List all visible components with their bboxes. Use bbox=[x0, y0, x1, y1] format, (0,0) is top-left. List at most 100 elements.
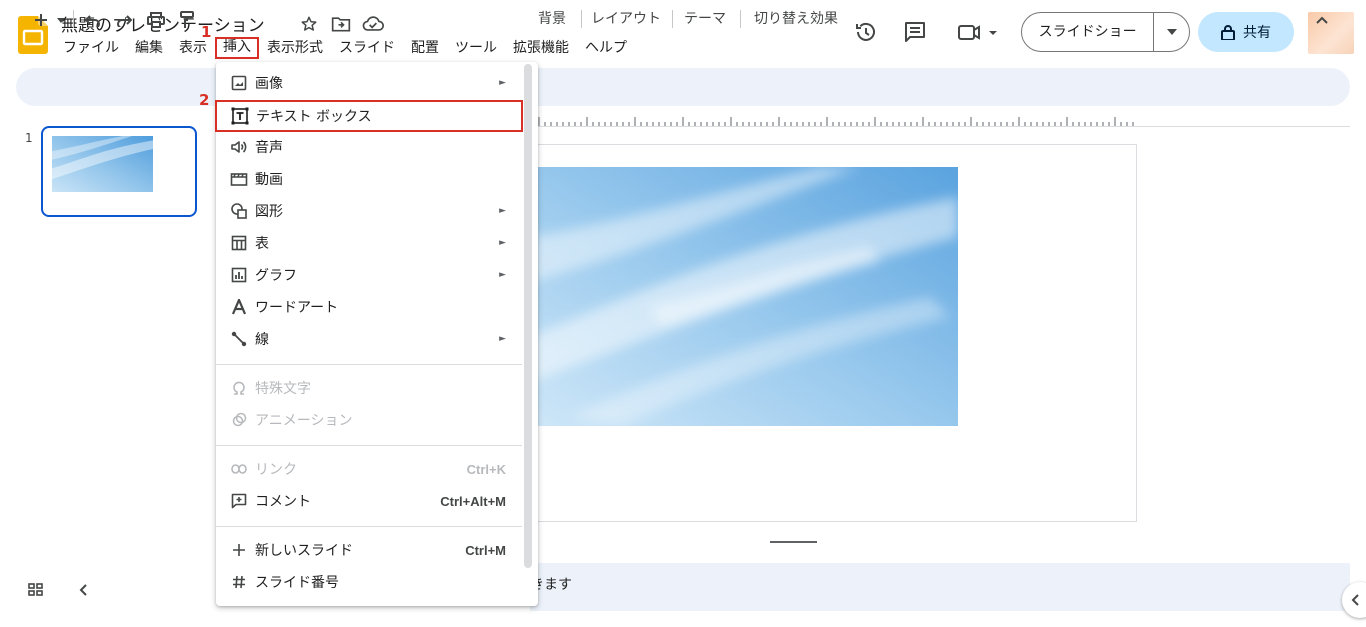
share-button[interactable]: 共有 bbox=[1198, 12, 1294, 52]
menu-scrollbar[interactable] bbox=[524, 64, 532, 568]
table-icon bbox=[228, 235, 250, 251]
notes-resize-handle[interactable] bbox=[770, 541, 817, 543]
cloud-saved-icon[interactable] bbox=[362, 13, 384, 35]
chart-icon bbox=[228, 267, 250, 283]
menu-item-shapes[interactable]: 図形 ► bbox=[216, 195, 524, 227]
plus-icon bbox=[228, 544, 250, 556]
comments-icon[interactable] bbox=[901, 18, 929, 46]
menu-item-image[interactable]: 画像 ► bbox=[216, 67, 524, 99]
video-icon bbox=[228, 171, 250, 187]
menu-insert[interactable]: 挿入 bbox=[215, 37, 259, 59]
line-icon bbox=[228, 331, 250, 347]
shortcut-text: Ctrl+M bbox=[465, 542, 506, 558]
menu-item-label: グラフ bbox=[255, 268, 297, 284]
menu-item-label: テキスト ボックス bbox=[256, 109, 372, 125]
layout-button[interactable]: レイアウト bbox=[591, 9, 661, 29]
thumbnail-sky-image bbox=[52, 136, 153, 192]
menu-item-word-art[interactable]: ワードアート bbox=[216, 291, 524, 323]
menu-file[interactable]: ファイル bbox=[55, 39, 127, 59]
collapse-filmstrip-icon[interactable] bbox=[74, 580, 94, 600]
toolbar-divider bbox=[581, 10, 582, 28]
menu-item-label: 動画 bbox=[255, 172, 283, 188]
hash-icon bbox=[228, 575, 250, 589]
meet-icon[interactable] bbox=[955, 18, 1001, 46]
menu-item-label: 音声 bbox=[255, 140, 283, 156]
lock-icon bbox=[1221, 24, 1235, 40]
menu-item-chart[interactable]: グラフ ► bbox=[216, 259, 524, 291]
menu-item-slide-number[interactable]: スライド番号 bbox=[216, 566, 524, 598]
menu-item-comment[interactable]: コメント Ctrl+Alt+M bbox=[216, 485, 524, 517]
menu-edit[interactable]: 編集 bbox=[127, 39, 171, 59]
menu-item-table[interactable]: 表 ► bbox=[216, 227, 524, 259]
submenu-arrow-icon: ► bbox=[499, 206, 506, 216]
menu-item-label: 線 bbox=[255, 332, 269, 348]
move-folder-icon[interactable] bbox=[330, 13, 352, 35]
menu-item-text-box[interactable]: テキスト ボックス bbox=[215, 100, 523, 132]
menu-item-label: リンク bbox=[255, 462, 297, 478]
menu-item-animation: アニメーション bbox=[216, 404, 524, 436]
toolbar-divider bbox=[740, 10, 741, 28]
redo-icon[interactable] bbox=[113, 9, 135, 31]
grid-view-icon[interactable] bbox=[26, 580, 46, 600]
background-button[interactable]: 背景 bbox=[538, 9, 566, 29]
image-icon bbox=[228, 75, 250, 91]
print-icon[interactable] bbox=[145, 9, 167, 31]
menu-item-label: 表 bbox=[255, 236, 269, 252]
theme-button[interactable]: テーマ bbox=[684, 9, 726, 29]
menu-item-label: スライド番号 bbox=[255, 575, 339, 591]
new-slide-plus-icon[interactable] bbox=[30, 9, 52, 31]
menu-bar: ファイル 編集 表示 挿入 表示形式 スライド 配置 ツール 拡張機能 ヘルプ bbox=[55, 37, 635, 59]
menu-item-label: ワードアート bbox=[255, 300, 339, 316]
menu-help[interactable]: ヘルプ bbox=[577, 39, 635, 59]
menu-view[interactable]: 表示 bbox=[171, 39, 211, 59]
menu-item-video[interactable]: 動画 bbox=[216, 163, 524, 195]
star-icon[interactable] bbox=[298, 13, 320, 35]
word-art-icon bbox=[228, 299, 250, 315]
menu-item-label: コメント bbox=[255, 494, 311, 510]
chevron-left-icon bbox=[1350, 593, 1360, 607]
menu-divider bbox=[216, 364, 522, 365]
chevron-up-icon[interactable] bbox=[1311, 9, 1333, 31]
share-label: 共有 bbox=[1243, 25, 1271, 41]
menu-arrange[interactable]: 配置 bbox=[403, 39, 447, 59]
side-panel-toggle[interactable] bbox=[1342, 582, 1366, 618]
undo-icon[interactable] bbox=[82, 9, 104, 31]
new-slide-dropdown-icon[interactable] bbox=[54, 9, 68, 31]
chevron-down-icon[interactable] bbox=[1154, 29, 1189, 35]
submenu-arrow-icon: ► bbox=[499, 78, 506, 88]
menu-item-label: アニメーション bbox=[255, 413, 353, 429]
menu-item-label: 特殊文字 bbox=[255, 381, 311, 397]
omega-icon bbox=[228, 380, 250, 396]
comment-add-icon bbox=[228, 493, 250, 509]
slideshow-button[interactable]: スライドショー bbox=[1021, 12, 1190, 52]
menu-item-special-characters: 特殊文字 bbox=[216, 372, 524, 404]
animation-icon bbox=[228, 412, 250, 428]
menu-slide[interactable]: スライド bbox=[331, 39, 403, 59]
menu-format[interactable]: 表示形式 bbox=[259, 39, 331, 59]
menu-item-audio[interactable]: 音声 bbox=[216, 131, 524, 163]
menu-item-new-slide[interactable]: 新しいスライド Ctrl+M bbox=[216, 534, 524, 566]
submenu-arrow-icon: ► bbox=[499, 270, 506, 280]
toolbar-divider bbox=[73, 10, 74, 28]
menu-tools[interactable]: ツール bbox=[447, 39, 505, 59]
submenu-arrow-icon: ► bbox=[499, 238, 506, 248]
menu-item-label: 図形 bbox=[255, 204, 283, 220]
audio-icon bbox=[228, 139, 250, 155]
shortcut-text: Ctrl+Alt+M bbox=[440, 493, 506, 509]
menu-item-label: 新しいスライド bbox=[255, 543, 353, 559]
speaker-notes[interactable] bbox=[530, 563, 1350, 611]
transition-button[interactable]: 切り替え効果 bbox=[754, 9, 838, 29]
link-icon bbox=[228, 464, 250, 474]
menu-divider bbox=[216, 445, 522, 446]
menu-extensions[interactable]: 拡張機能 bbox=[505, 39, 577, 59]
step-marker-1: 1 bbox=[201, 23, 212, 41]
menu-item-link: リンク Ctrl+K bbox=[216, 453, 524, 485]
version-history-icon[interactable] bbox=[852, 18, 880, 46]
slideshow-label[interactable]: スライドショー bbox=[1022, 13, 1155, 51]
menu-item-line[interactable]: 線 ► bbox=[216, 323, 524, 355]
text-box-icon bbox=[229, 107, 251, 125]
paint-format-icon[interactable] bbox=[176, 9, 198, 31]
sky-image[interactable] bbox=[530, 167, 958, 426]
menu-divider bbox=[216, 526, 522, 527]
slide-number: 1 bbox=[25, 131, 33, 145]
